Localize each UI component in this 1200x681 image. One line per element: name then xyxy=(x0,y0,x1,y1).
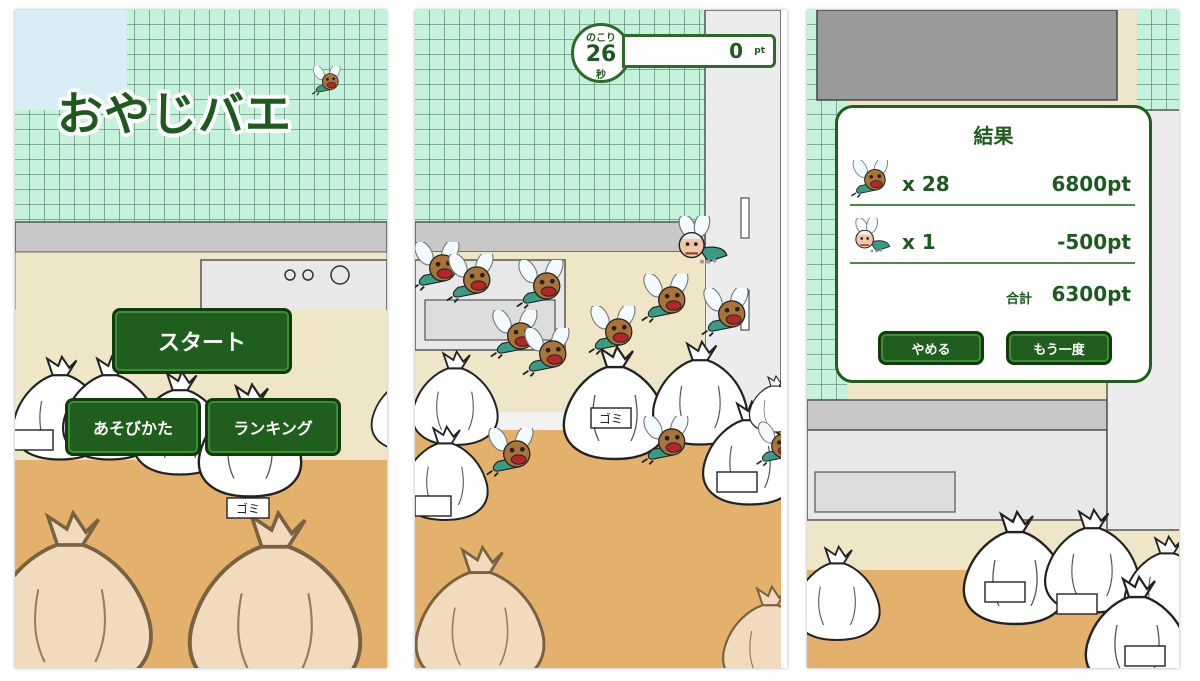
fly-points: 6800pt xyxy=(1051,172,1131,196)
quit-button[interactable]: やめる xyxy=(878,331,984,365)
total-label: 合計 xyxy=(1006,292,1033,307)
timer-label-bottom: 秒 xyxy=(596,70,606,81)
kitchen-background xyxy=(415,10,781,668)
fly-count: x 28 xyxy=(902,172,950,196)
result-screen: 結果 x 28 6800pt x 1 -500pt 合計 6300pt やめる … xyxy=(807,10,1179,668)
timer-value: 26 xyxy=(585,42,617,67)
ranking-button[interactable]: ランキング xyxy=(205,398,341,456)
start-button[interactable]: スタート xyxy=(112,308,292,374)
fly-result-row: x 28 6800pt xyxy=(850,160,1135,206)
title-screen: ゴミ おやじバエ スタート あそびかた ランキング xyxy=(15,10,387,668)
oldman-result-row: x 1 -500pt xyxy=(850,218,1135,264)
oldman-points: -500pt xyxy=(1057,230,1131,254)
fly-icon xyxy=(850,160,892,198)
total-points: 6300pt xyxy=(1051,282,1131,306)
play-screen: ゴミ のこり 26 秒 0 pt xyxy=(415,10,787,668)
oldman-icon xyxy=(852,218,891,254)
result-heading: 結果 xyxy=(973,124,1014,148)
score-value: 0 xyxy=(729,39,743,63)
howto-button[interactable]: あそびかた xyxy=(65,398,201,456)
game-title: おやじバエ xyxy=(57,87,292,141)
retry-button[interactable]: もう一度 xyxy=(1006,331,1112,365)
score-bar: 0 pt xyxy=(622,34,776,68)
oldman-count: x 1 xyxy=(902,230,936,254)
score-unit: pt xyxy=(754,46,765,56)
result-dialog: 結果 x 28 6800pt x 1 -500pt 合計 6300pt やめる … xyxy=(835,105,1152,383)
